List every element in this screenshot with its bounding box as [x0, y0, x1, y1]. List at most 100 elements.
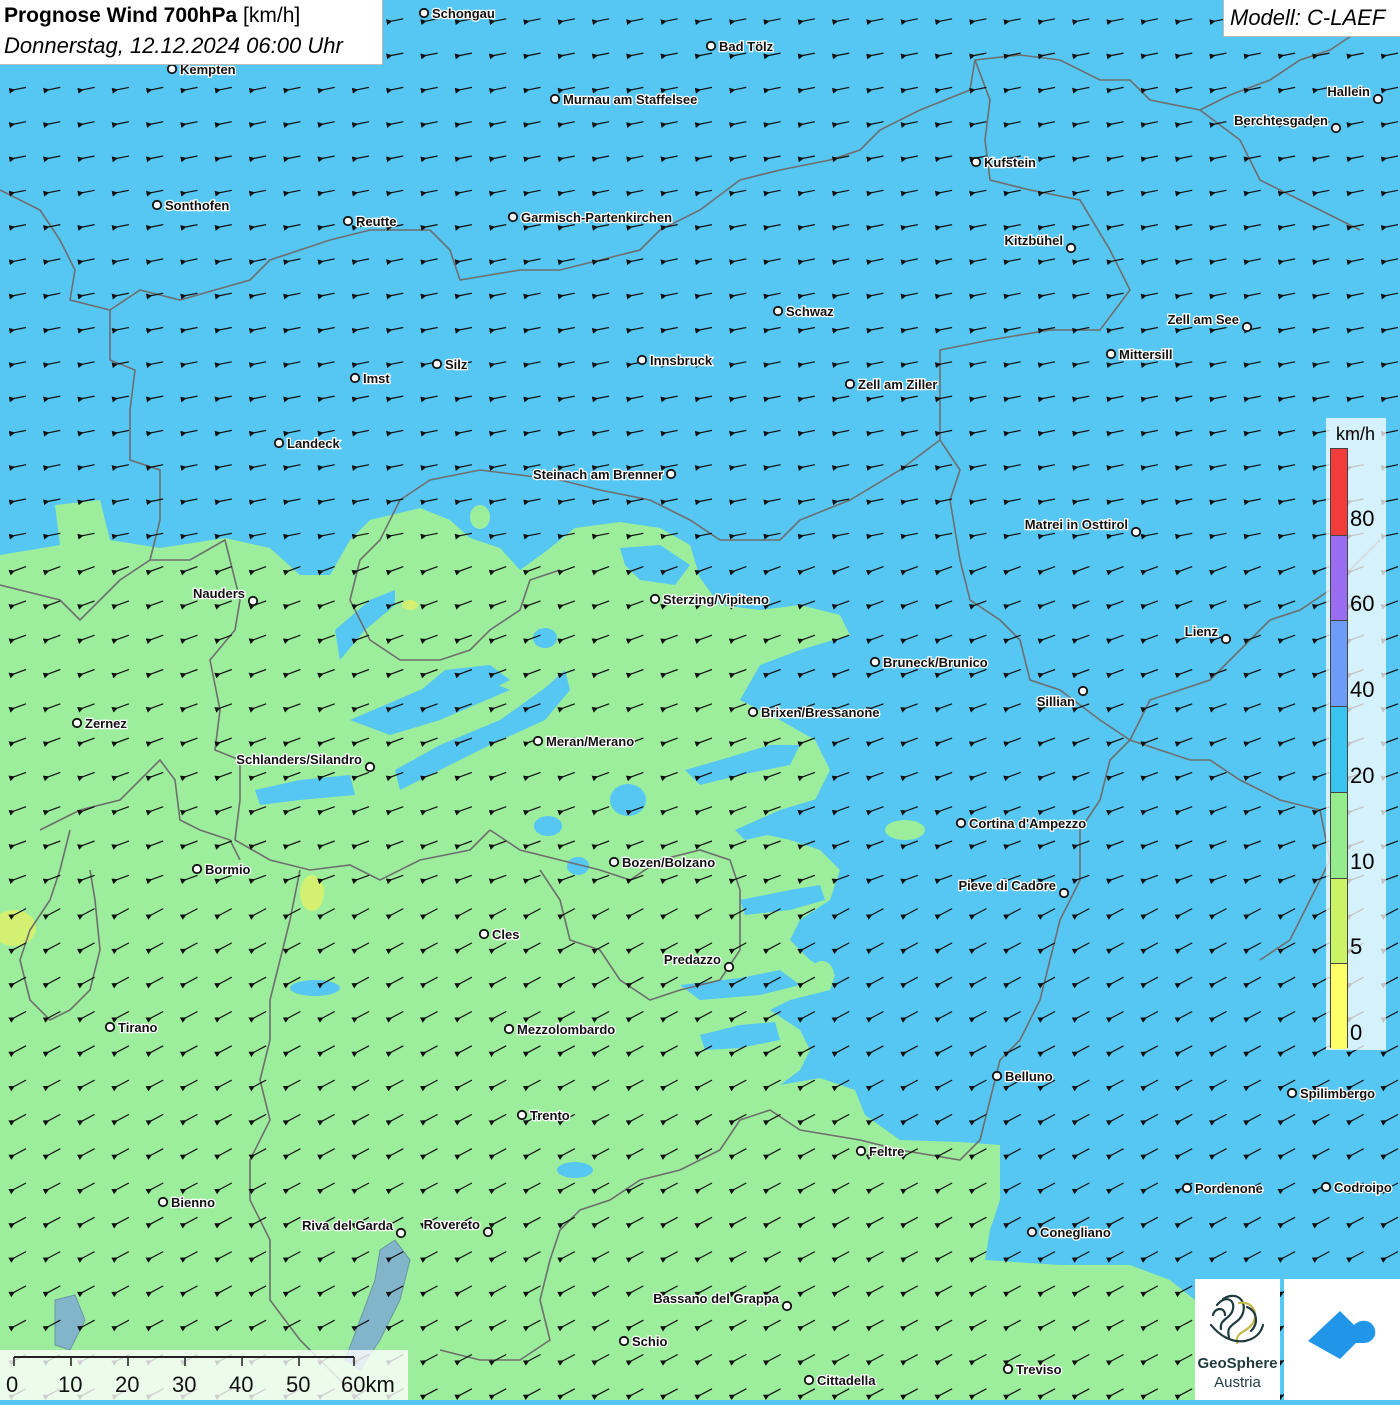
scalebar-panel: 0 10 20 30 40 50 60km — [0, 1350, 408, 1400]
city-marker: Zell am Ziller — [844, 376, 939, 393]
city-label: Cles — [492, 927, 519, 942]
city-label: Landeck — [287, 436, 341, 451]
city-label: Lienz — [1185, 624, 1219, 639]
city-label: Matrei in Osttirol — [1025, 517, 1128, 532]
city-dot-icon — [618, 1335, 630, 1347]
forecast-datetime: Donnerstag, 12.12.2024 06:00 Uhr — [4, 33, 343, 58]
city-label: Rovereto — [424, 1217, 480, 1232]
model-label: Modell: C-LAEF — [1230, 5, 1386, 30]
city-dot-icon — [1330, 122, 1342, 134]
geosphere-logo-line1: GeoSphere — [1197, 1355, 1278, 1372]
city-label: Zell am See — [1167, 312, 1239, 327]
city-label: Feltre — [869, 1144, 904, 1159]
city-dot-icon — [723, 961, 735, 973]
city-dot-icon — [781, 1300, 793, 1312]
city-dot-icon — [869, 656, 881, 668]
city-dot-icon — [955, 817, 967, 829]
city-marker: Conegliano — [1026, 1224, 1112, 1241]
legend-swatch — [1331, 963, 1347, 1049]
city-label: Hallein — [1327, 84, 1370, 99]
city-marker: Brixen/Bressanone — [747, 704, 881, 721]
legend-label: 60 — [1350, 591, 1375, 617]
city-label: Mittersill — [1119, 347, 1172, 362]
city-dot-icon — [342, 215, 354, 227]
city-dot-icon — [1077, 685, 1089, 697]
city-label: Schwaz — [786, 304, 834, 319]
geosphere-logo: GeoSphere Austria — [1195, 1279, 1280, 1400]
legend-label: 5 — [1350, 934, 1363, 960]
city-marker: Mezzolombardo — [503, 1021, 617, 1038]
city-marker: Steinach am Brenner — [532, 466, 677, 483]
scalebar-label: 20 — [115, 1372, 139, 1397]
city-label: Sillian — [1037, 694, 1075, 709]
city-dot-icon — [273, 437, 285, 449]
city-label: Schongau — [432, 6, 495, 21]
city-marker: Murnau am Staffelsee — [549, 91, 699, 108]
city-label: Garmisch-Partenkirchen — [521, 210, 672, 225]
city-label: Pieve di Cadore — [958, 878, 1056, 893]
city-marker: Sonthofen — [151, 197, 231, 214]
title-panel: Prognose Wind 700hPa [km/h] Donnerstag, … — [0, 0, 383, 65]
city-label: Predazzo — [664, 952, 721, 967]
city-marker: Innsbruck — [636, 352, 714, 369]
legend-label: 0 — [1350, 1020, 1363, 1045]
legend-label: 80 — [1350, 505, 1375, 531]
legend-swatch — [1331, 706, 1347, 792]
city-dot-icon — [1372, 93, 1384, 105]
city-label: Imst — [363, 371, 390, 386]
city-dot-icon — [855, 1145, 867, 1157]
city-dot-icon — [1286, 1087, 1298, 1099]
city-label: Tirano — [118, 1020, 158, 1035]
city-dot-icon — [507, 211, 519, 223]
legend-swatch — [1331, 620, 1347, 707]
city-label: Cortina d'Ampezzo — [969, 816, 1086, 831]
city-marker: Bozen/Bolzano — [608, 854, 716, 871]
city-dot-icon — [478, 928, 490, 940]
city-label: Meran/Merano — [546, 734, 634, 749]
city-label: Bruneck/Brunico — [883, 655, 988, 670]
city-label: Murnau am Staffelsee — [563, 92, 697, 107]
scalebar-label: 50 — [286, 1372, 310, 1397]
legend-swatch — [1331, 534, 1347, 621]
city-dot-icon — [418, 7, 430, 19]
city-label: Zernez — [85, 716, 127, 731]
city-marker: Bruneck/Brunico — [869, 654, 989, 671]
city-marker: Spilimbergo — [1286, 1085, 1376, 1102]
city-label: Treviso — [1016, 1362, 1062, 1377]
city-label: Steinach am Brenner — [533, 467, 663, 482]
city-dot-icon — [482, 1226, 494, 1238]
city-dot-icon — [1065, 242, 1077, 254]
map-title: Prognose Wind 700hPa [km/h] — [4, 4, 300, 28]
city-dot-icon — [1241, 321, 1253, 333]
city-dot-icon — [503, 1023, 515, 1035]
city-label: Conegliano — [1040, 1225, 1111, 1240]
legend-unit: km/h — [1336, 424, 1376, 444]
city-label: Zell am Ziller — [858, 377, 937, 392]
city-label: Pordenone — [1195, 1181, 1263, 1196]
city-dot-icon — [772, 305, 784, 317]
legend-label: 40 — [1350, 677, 1375, 703]
city-dot-icon — [747, 706, 759, 718]
city-dot-icon — [516, 1109, 528, 1121]
scalebar-label: 60km — [341, 1372, 395, 1397]
city-label: Belluno — [1005, 1069, 1053, 1084]
city-dot-icon — [636, 354, 648, 366]
legend-label: 10 — [1350, 848, 1375, 874]
city-dot-icon — [608, 856, 620, 868]
city-dot-icon — [1220, 633, 1232, 645]
city-dot-icon — [364, 761, 376, 773]
city-dot-icon — [970, 156, 982, 168]
city-dot-icon — [1320, 1181, 1332, 1193]
wind-map: SchongauBad TölzKemptenMurnau am Staffel… — [0, 0, 1400, 1400]
scalebar-label: 0 — [6, 1372, 18, 1397]
city-label: Riva del Garda — [302, 1218, 394, 1233]
city-dot-icon — [1130, 526, 1142, 538]
city-marker: Cortina d'Ampezzo — [955, 815, 1088, 832]
model-panel: Modell: C-LAEF — [1223, 0, 1400, 37]
city-dot-icon — [395, 1227, 407, 1239]
city-marker: Meran/Merano — [532, 733, 635, 750]
app-logo — [1284, 1279, 1400, 1400]
legend-swatch — [1331, 791, 1347, 878]
legend-color-bar — [1330, 448, 1348, 1049]
city-dot-icon — [705, 40, 717, 52]
